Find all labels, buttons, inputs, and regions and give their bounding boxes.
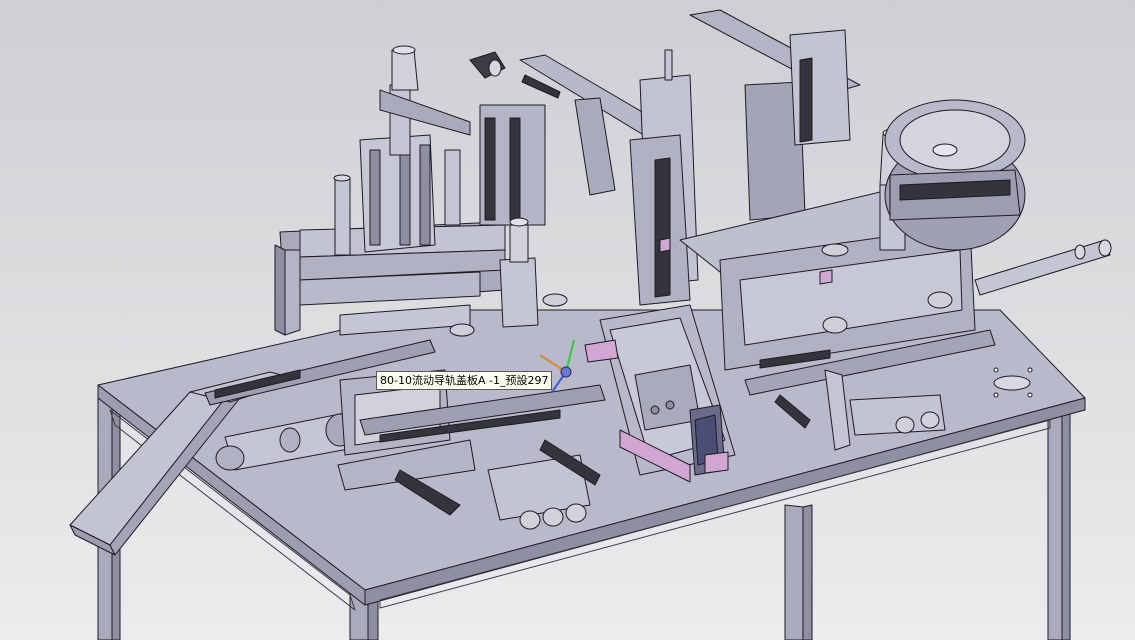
central-column[interactable] — [629, 49, 699, 306]
triad-origin[interactable] — [560, 366, 572, 378]
part-name-tooltip: 80-10流动导轨盖板A -1_预設297 — [376, 371, 553, 390]
cad-assembly-model[interactable] — [0, 0, 1135, 640]
vibratory-bowl-feeder[interactable] — [884, 99, 1026, 251]
3d-viewport[interactable]: 80-10流动导轨盖板A -1_预設297 — [0, 0, 1135, 640]
